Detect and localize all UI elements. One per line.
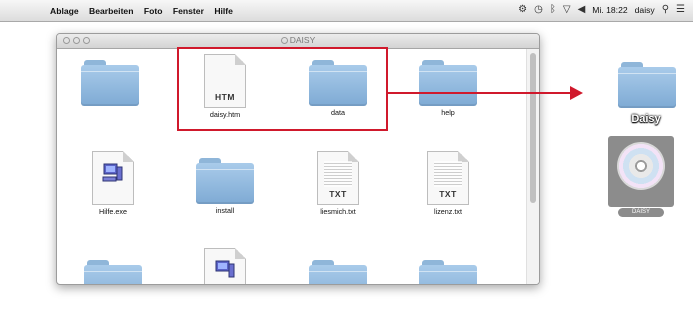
menu-items: Ablage Bearbeiten Foto Fenster Hilfe (50, 6, 241, 16)
txt-document-icon: TXT (427, 151, 469, 205)
desktop-folder-daisy[interactable] (612, 62, 682, 108)
status-area: ⚙ ◷ ᛒ ▽ ◀ Mi. 18:22 daisy ⚲ ☰ (518, 4, 685, 16)
drag-arrow-head (570, 86, 583, 100)
folder-icon (618, 62, 676, 108)
folder-item[interactable] (403, 260, 493, 284)
folder-icon (419, 260, 477, 284)
folder-icon (309, 260, 367, 284)
bluetooth-icon[interactable]: ᛒ (550, 4, 556, 16)
disc-icon (280, 37, 288, 44)
menu-ablage[interactable]: Ablage (50, 6, 79, 16)
folder-label: install (215, 206, 235, 215)
app-status-icon[interactable]: ⚙ (518, 4, 527, 16)
menu-bearbeiten[interactable]: Bearbeiten (89, 6, 133, 16)
vertical-scrollbar[interactable] (526, 49, 539, 284)
spotlight-search-icon[interactable]: ⚲ (662, 4, 669, 16)
folder-item[interactable] (293, 260, 383, 284)
desktop-folder-label: Daisy (631, 113, 661, 125)
exe-document-icon (92, 151, 134, 205)
desktop-disk-label: DAISY (618, 208, 664, 217)
folder-icon (196, 158, 254, 204)
folder-icon (419, 60, 477, 106)
file-item-lizenz[interactable]: TXT lizenz.txt (403, 151, 493, 216)
folder-label: help (441, 108, 455, 117)
file-label: lizenz.txt (434, 207, 462, 216)
folder-item[interactable] (68, 260, 158, 284)
drag-arrow-line (388, 92, 572, 94)
file-label: Hilfe.exe (99, 207, 127, 216)
file-label: liesmich.txt (320, 207, 356, 216)
wifi-icon[interactable]: ▽ (563, 4, 571, 16)
cd-disc-icon (617, 142, 665, 190)
file-item-liesmich[interactable]: TXT liesmich.txt (293, 151, 383, 216)
volume-icon[interactable]: ◀ (578, 4, 586, 16)
scroll-thumb[interactable] (530, 53, 536, 203)
computer-icon (215, 260, 235, 278)
menu-bar: Ablage Bearbeiten Foto Fenster Hilfe ⚙ ◷… (0, 0, 693, 22)
folder-item-install[interactable]: install (180, 158, 270, 215)
menu-clock[interactable]: Mi. 18:22 (592, 5, 627, 15)
folder-icon (81, 60, 139, 106)
file-item-hilfe-exe[interactable]: Hilfe.exe (68, 151, 158, 216)
folder-item[interactable] (65, 60, 155, 106)
notification-list-icon[interactable]: ☰ (676, 4, 685, 16)
menu-foto[interactable]: Foto (144, 6, 163, 16)
folder-icon (84, 260, 142, 284)
desktop-disk-daisy[interactable] (608, 136, 674, 207)
window-title: DAISY (57, 35, 539, 45)
menu-fenster[interactable]: Fenster (173, 6, 204, 16)
exe-document-icon (204, 248, 246, 284)
time-machine-icon[interactable]: ◷ (534, 4, 543, 16)
menu-hilfe[interactable]: Hilfe (214, 6, 233, 16)
computer-icon (102, 163, 123, 182)
selection-highlight-box (177, 47, 388, 131)
file-item[interactable] (180, 248, 270, 284)
folder-item-help[interactable]: help (403, 60, 493, 117)
txt-document-icon: TXT (317, 151, 359, 205)
menu-user[interactable]: daisy (635, 5, 655, 15)
